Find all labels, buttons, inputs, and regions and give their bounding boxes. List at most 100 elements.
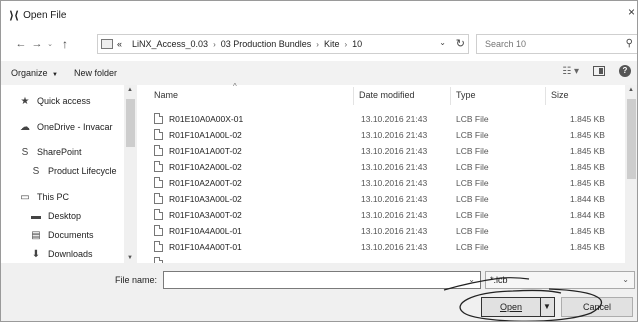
table-row[interactable]: R01F10A2A00L-02 13.10.2016 21:43 LCB Fil… [140, 159, 625, 174]
file-icon [154, 145, 163, 156]
address-bar[interactable]: « LiNX_Access_0.03 › 03 Production Bundl… [97, 34, 469, 54]
scroll-thumb[interactable] [627, 99, 636, 179]
command-toolbar: Organize ▼ New folder ☷ ▾ ? [1, 61, 637, 85]
file-size: 1.844 KB [570, 210, 605, 220]
sharepoint-icon: S [21, 146, 29, 158]
file-type-dropdown[interactable]: *.lcb ⌄ [485, 271, 635, 289]
cancel-button[interactable]: Cancel [561, 297, 633, 317]
file-name: R01F10A4A00L-01 [169, 225, 242, 236]
breadcrumb-separator-icon[interactable]: › [344, 40, 347, 49]
organize-button[interactable]: Organize ▼ [11, 68, 58, 78]
breadcrumb-item[interactable]: 10 [352, 39, 362, 49]
table-row[interactable]: R01F10A1A00T-02 13.10.2016 21:43 LCB Fil… [140, 143, 625, 158]
sidebar-item-product-lifecycle[interactable]: S Product Lifecycle [29, 163, 117, 179]
file-name-input[interactable] [164, 272, 464, 288]
sidebar-item-label: SharePoint [37, 147, 82, 157]
search-input[interactable] [485, 39, 615, 49]
column-header-name[interactable]: Name [154, 90, 178, 100]
caret-down-icon: ▼ [52, 72, 58, 78]
up-arrow-icon[interactable]: ↑ [57, 37, 73, 51]
dialog-title: Open File [23, 9, 67, 21]
table-row[interactable]: R01F10A3A00T-02 13.10.2016 21:43 LCB Fil… [140, 207, 625, 222]
breadcrumb-separator-icon[interactable]: › [316, 40, 319, 49]
file-type: LCB File [456, 130, 489, 140]
scroll-up-icon[interactable]: ▲ [628, 87, 634, 93]
table-row[interactable]: R01F10A3A00L-02 13.10.2016 21:43 LCB Fil… [140, 191, 625, 206]
table-row[interactable]: R01F10A4A00L-01 13.10.2016 21:43 LCB Fil… [140, 223, 625, 238]
scroll-up-icon[interactable]: ▲ [127, 87, 133, 93]
help-icon[interactable]: ? [619, 65, 631, 77]
open-file-dialog: ⟩⟨ Open File × ← → ⌄ ↑ « LiNX_Access_0.0… [0, 0, 638, 322]
file-type-value: *.lcb [490, 275, 508, 285]
address-dropdown-icon[interactable]: ⌄ [439, 38, 446, 47]
column-header-date-modified[interactable]: Date modified [359, 90, 415, 100]
folder-icon [101, 39, 113, 49]
breadcrumb-overflow[interactable]: « [117, 39, 122, 49]
file-date: 13.10.2016 21:43 [361, 114, 428, 124]
file-icon [154, 193, 163, 204]
search-box[interactable]: ⚲ [476, 34, 637, 54]
file-list: ^ Name Date modified Type Size R01E10A0A… [140, 82, 637, 268]
file-list-scrollbar[interactable]: ▲ [625, 85, 637, 263]
dialog-footer: File name: ⌄ *.lcb ⌄ Open ▼ Cancel [1, 263, 637, 321]
breadcrumb-item[interactable]: Kite [324, 39, 340, 49]
file-name: R01E10A0A00X-01 [169, 113, 244, 124]
new-folder-button[interactable]: New folder [74, 68, 117, 78]
sidebar-item-this-pc[interactable]: ▭ This PC [18, 189, 69, 205]
file-date: 13.10.2016 21:43 [361, 194, 428, 204]
file-size: 1.844 KB [570, 194, 605, 204]
preview-pane-icon[interactable] [593, 66, 605, 76]
file-size: 1.845 KB [570, 114, 605, 124]
change-view-icon[interactable]: ☷ ▾ [562, 66, 579, 77]
scroll-down-icon[interactable]: ▼ [127, 255, 133, 261]
recent-locations-chevron-icon[interactable]: ⌄ [45, 40, 55, 48]
file-date: 13.10.2016 21:43 [361, 242, 428, 252]
file-name: R01F10A2A00L-02 [169, 161, 242, 172]
documents-icon: ▤ [31, 229, 41, 241]
chevron-down-icon[interactable]: ⌄ [468, 275, 475, 284]
refresh-icon[interactable]: ↻ [456, 37, 465, 50]
table-row[interactable]: R01F10A4A00T-01 13.10.2016 21:43 LCB Fil… [140, 239, 625, 254]
breadcrumb-separator-icon[interactable]: › [213, 40, 216, 49]
file-type: LCB File [456, 210, 489, 220]
sidebar-item-quick-access[interactable]: ★ Quick access [18, 93, 91, 109]
breadcrumb-item[interactable]: LiNX_Access_0.03 [132, 39, 208, 49]
app-icon: ⟩⟨ [9, 9, 20, 22]
search-icon[interactable]: ⚲ [626, 38, 633, 49]
sidebar-item-documents[interactable]: ▤ Documents [29, 227, 93, 243]
file-icon [154, 129, 163, 140]
file-date: 13.10.2016 21:43 [361, 146, 428, 156]
sidebar-item-label: Downloads [48, 249, 93, 259]
column-header-type[interactable]: Type [456, 90, 476, 100]
table-row[interactable]: R01E10A0A00X-01 13.10.2016 21:43 LCB Fil… [140, 111, 625, 126]
open-options-caret-icon[interactable]: ▼ [543, 298, 551, 316]
file-name-label: File name: [115, 275, 158, 285]
table-row[interactable]: R01F10A1A00L-02 13.10.2016 21:43 LCB Fil… [140, 127, 625, 142]
forward-arrow-icon[interactable]: → [29, 38, 45, 50]
file-icon [154, 113, 163, 124]
chevron-down-icon[interactable]: ⌄ [622, 272, 629, 288]
sidebar-item-sharepoint[interactable]: S SharePoint [18, 144, 82, 160]
sort-ascending-icon: ^ [233, 82, 237, 91]
sidebar-scrollbar[interactable]: ▲ ▼ [124, 85, 137, 263]
file-size: 1.845 KB [570, 178, 605, 188]
breadcrumb-item[interactable]: 03 Production Bundles [221, 39, 312, 49]
file-type: LCB File [456, 242, 489, 252]
close-icon[interactable]: × [628, 5, 635, 19]
sidebar-item-downloads[interactable]: ⬇ Downloads [29, 246, 93, 262]
file-name-combobox[interactable]: ⌄ [163, 271, 481, 289]
open-button[interactable]: Open ▼ [481, 297, 555, 317]
file-type: LCB File [456, 114, 489, 124]
column-header-size[interactable]: Size [551, 90, 569, 100]
file-date: 13.10.2016 21:43 [361, 130, 428, 140]
file-size: 1.845 KB [570, 226, 605, 236]
back-arrow-icon[interactable]: ← [13, 38, 29, 50]
sidebar-item-onedrive[interactable]: ☁ OneDrive - Invacar [18, 119, 113, 135]
navigation-pane: ★ Quick access ☁ OneDrive - Invacar S Sh… [1, 85, 138, 263]
star-icon: ★ [20, 95, 30, 107]
sharepoint-icon: S [32, 165, 40, 177]
scroll-thumb[interactable] [126, 99, 135, 147]
computer-icon: ▭ [20, 191, 30, 203]
table-row[interactable]: R01F10A2A00T-02 13.10.2016 21:43 LCB Fil… [140, 175, 625, 190]
sidebar-item-desktop[interactable]: ▬ Desktop [29, 208, 81, 224]
